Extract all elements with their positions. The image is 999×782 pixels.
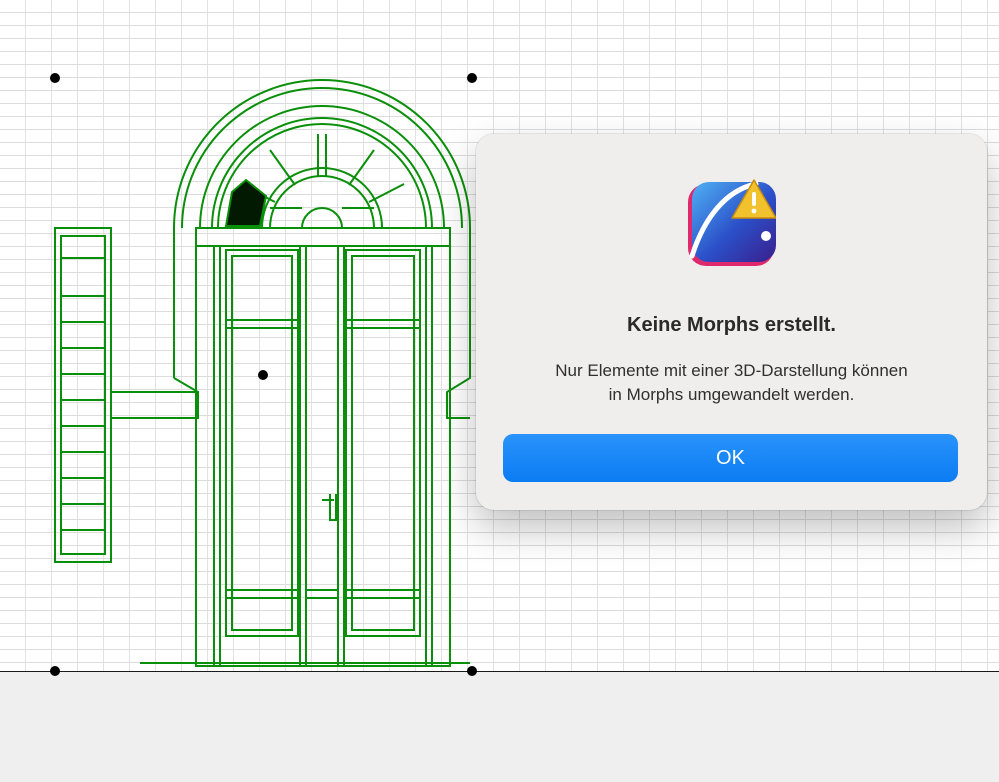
dialog-message-line: Nur Elemente mit einer 3D-Darstellung kö… xyxy=(555,361,908,380)
selection-handle[interactable] xyxy=(50,666,60,676)
app-warning-icon xyxy=(688,179,776,266)
dialog-title: Keine Morphs erstellt. xyxy=(627,314,836,336)
dialog-message: Nur Elemente mit einer 3D-Darstellung kö… xyxy=(506,359,957,407)
door-handle xyxy=(322,494,337,521)
selection-handle[interactable] xyxy=(258,370,268,380)
alert-dialog: Keine Morphs erstellt. Nur Elemente mit … xyxy=(476,134,987,510)
wall-beam xyxy=(111,391,199,419)
selection-handle[interactable] xyxy=(50,73,60,83)
selection-handle[interactable] xyxy=(467,73,477,83)
selection-handle[interactable] xyxy=(467,666,477,676)
side-window[interactable] xyxy=(54,227,112,563)
ok-button[interactable]: OK xyxy=(503,434,958,482)
dialog-message-line: in Morphs umgewandelt werden. xyxy=(608,385,855,404)
